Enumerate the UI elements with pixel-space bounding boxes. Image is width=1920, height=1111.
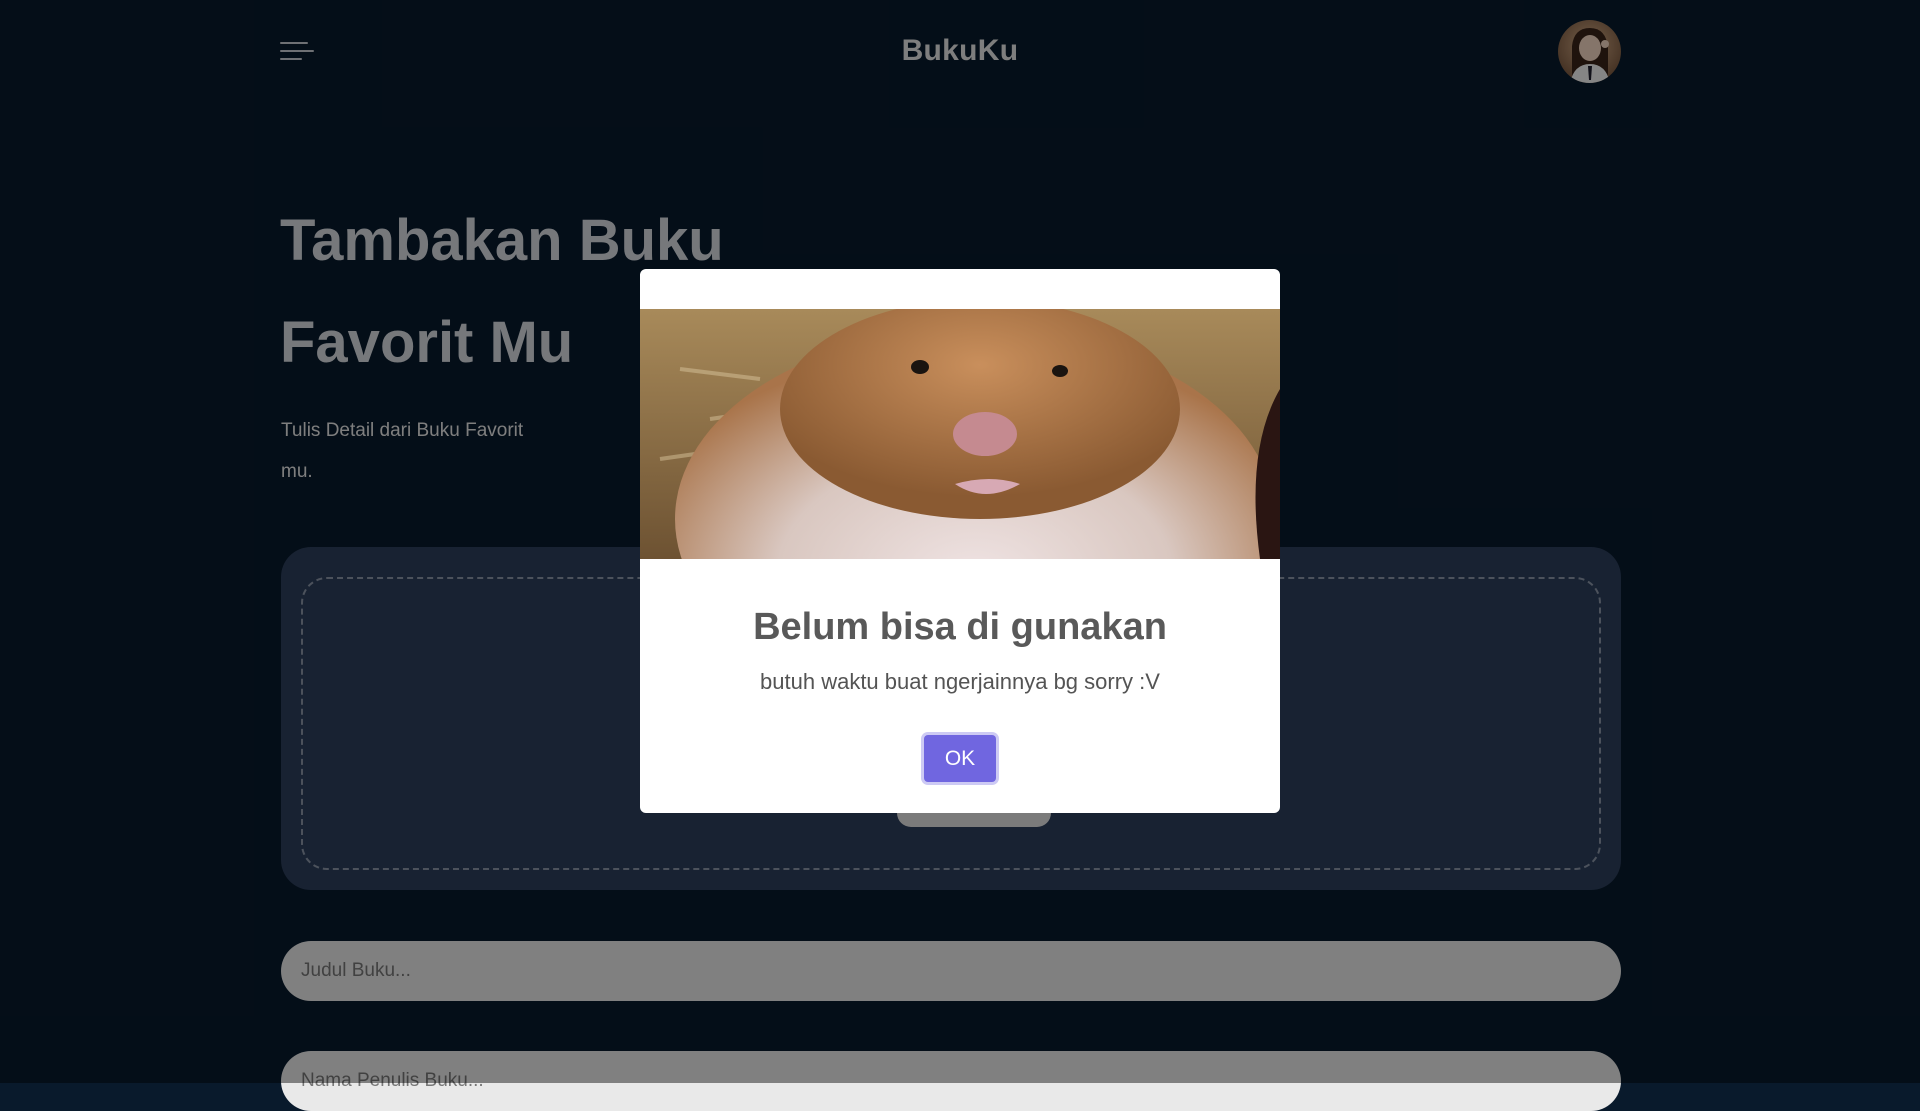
dialog-message: butuh waktu buat ngerjainnya bg sorry :V xyxy=(760,669,1160,694)
dialog-title: Belum bisa di gunakan xyxy=(753,606,1167,648)
hamster-image xyxy=(640,309,1280,559)
alert-dialog: Belum bisa di gunakan butuh waktu buat n… xyxy=(640,269,1280,813)
ok-button[interactable]: OK xyxy=(924,735,996,782)
